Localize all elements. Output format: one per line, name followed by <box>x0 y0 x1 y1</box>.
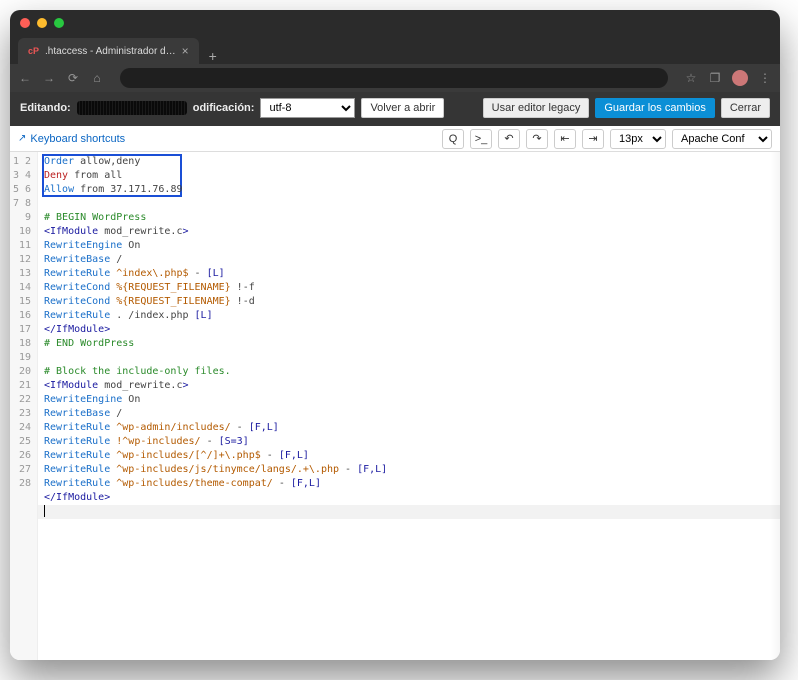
save-button[interactable]: Guardar los cambios <box>595 98 715 118</box>
editing-path-redacted <box>77 101 187 115</box>
new-tab-button[interactable]: + <box>199 48 227 64</box>
window-close-dot[interactable] <box>20 18 30 28</box>
line-gutter: 1 2 3 4 5 6 7 8 9 10 11 12 13 14 15 16 1… <box>10 152 38 660</box>
undo-button[interactable]: ↶ <box>498 129 520 149</box>
fontsize-select[interactable]: 13px <box>610 129 666 149</box>
reopen-button[interactable]: Volver a abrir <box>361 98 444 118</box>
browser-tabstrip: cP .htaccess - Administrador d… × + <box>10 36 780 64</box>
tab-title: .htaccess - Administrador d… <box>45 46 176 57</box>
legacy-editor-button[interactable]: Usar editor legacy <box>483 98 590 118</box>
tab-close-icon[interactable]: × <box>182 44 189 58</box>
bookmark-icon[interactable]: ☆ <box>684 71 698 85</box>
encoding-select[interactable]: utf-8 <box>260 98 355 118</box>
code-editor[interactable]: 1 2 3 4 5 6 7 8 9 10 11 12 13 14 15 16 1… <box>10 152 780 660</box>
keyboard-shortcuts-label: Keyboard shortcuts <box>30 133 125 145</box>
window-minimize-dot[interactable] <box>37 18 47 28</box>
window-maximize-dot[interactable] <box>54 18 64 28</box>
browser-menu-icon[interactable]: ⋮ <box>758 71 772 85</box>
editing-label: Editando: <box>20 102 71 114</box>
browser-tab[interactable]: cP .htaccess - Administrador d… × <box>18 38 199 64</box>
nav-back-icon[interactable]: ← <box>18 71 32 85</box>
profile-avatar[interactable] <box>732 70 748 86</box>
nav-forward-icon[interactable]: → <box>42 71 56 85</box>
extension-icon[interactable]: ❐ <box>708 71 722 85</box>
encoding-label: odificación: <box>193 102 255 114</box>
terminal-button[interactable]: >_ <box>470 129 492 149</box>
browser-window: cP .htaccess - Administrador d… × + ← → … <box>10 10 780 660</box>
search-button[interactable]: Q <box>442 129 464 149</box>
keyboard-shortcuts-link[interactable]: ↗ Keyboard shortcuts <box>18 133 125 145</box>
syntax-select[interactable]: Apache Conf <box>672 129 772 149</box>
url-field[interactable] <box>120 68 668 88</box>
outdent-button[interactable]: ⇤ <box>554 129 576 149</box>
nav-home-icon[interactable]: ⌂ <box>90 71 104 85</box>
close-button[interactable]: Cerrar <box>721 98 770 118</box>
code-content[interactable]: Order allow,denyDeny from allAllow from … <box>38 152 780 547</box>
cpanel-editor-header: Editando: odificación: utf-8 Volver a ab… <box>10 92 780 126</box>
indent-button[interactable]: ⇥ <box>582 129 604 149</box>
scroll-shadow <box>770 152 780 660</box>
browser-addressbar: ← → ⟳ ⌂ ☆ ❐ ⋮ <box>10 64 780 92</box>
macos-titlebar <box>10 10 780 36</box>
editor-toolbar: ↗ Keyboard shortcuts Q >_ ↶ ↷ ⇤ ⇥ 13px A… <box>10 126 780 152</box>
external-link-icon: ↗ <box>18 133 26 144</box>
redo-button[interactable]: ↷ <box>526 129 548 149</box>
tab-favicon: cP <box>28 46 39 56</box>
nav-reload-icon[interactable]: ⟳ <box>66 71 80 85</box>
